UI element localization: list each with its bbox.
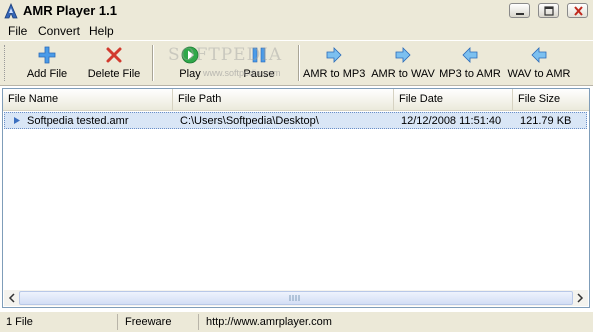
menu-file[interactable]: File: [8, 24, 27, 38]
column-header-file-size[interactable]: File Size: [513, 89, 589, 110]
amr-to-mp3-label: AMR to MP3: [303, 68, 366, 80]
cell-file-path: C:\Users\Softpedia\Desktop\: [180, 115, 319, 127]
close-button[interactable]: [567, 3, 588, 18]
amr-to-wav-label: AMR to WAV: [371, 68, 435, 80]
amr-to-wav-button[interactable]: AMR to WAV: [370, 43, 436, 83]
delete-file-label: Delete File: [87, 68, 141, 80]
column-header-file-name[interactable]: File Name: [3, 89, 173, 110]
cell-file-date: 12/12/2008 11:51:40: [401, 115, 502, 127]
status-bar: 1 File Freeware http://www.amrplayer.com: [0, 311, 593, 332]
maximize-icon: [544, 6, 554, 16]
arrow-left-icon: [531, 47, 547, 63]
list-header: File Name File Path File Date File Size: [3, 89, 589, 111]
add-file-button[interactable]: Add File: [21, 43, 73, 83]
toolbar-separator: [298, 45, 300, 81]
menu-convert[interactable]: Convert: [38, 24, 80, 38]
toolbar: Add File Delete File Play Pause AMR to M…: [0, 40, 593, 86]
cell-file-size: 121.79 KB: [520, 115, 572, 127]
chevron-left-icon: [8, 293, 15, 303]
minimize-icon: [516, 13, 524, 15]
delete-file-button[interactable]: Delete File: [84, 43, 144, 83]
horizontal-scrollbar[interactable]: [4, 290, 588, 306]
arrow-left-icon: [462, 47, 478, 63]
cell-file-name: Softpedia tested.amr: [27, 115, 129, 127]
table-row[interactable]: Softpedia tested.amr C:\Users\Softpedia\…: [4, 112, 587, 129]
column-header-file-path[interactable]: File Path: [173, 89, 394, 110]
play-icon: [181, 46, 199, 64]
status-file-count: 1 File: [2, 314, 118, 330]
play-button[interactable]: Play: [174, 43, 206, 83]
window-title: AMR Player 1.1: [23, 3, 117, 18]
menu-bar: File Convert Help: [0, 22, 593, 40]
file-list[interactable]: File Name File Path File Date File Size …: [2, 88, 590, 308]
minimize-button[interactable]: [509, 3, 530, 18]
pause-label: Pause: [243, 68, 275, 80]
menu-help[interactable]: Help: [89, 24, 114, 38]
pause-icon: [252, 47, 266, 63]
mp3-to-amr-button[interactable]: MP3 to AMR: [439, 43, 501, 83]
chevron-right-icon: [577, 293, 584, 303]
toolbar-grip[interactable]: [4, 45, 8, 81]
grip-icon: [289, 295, 300, 301]
pause-button[interactable]: Pause: [240, 43, 278, 83]
play-indicator-icon: [14, 117, 20, 124]
title-bar[interactable]: AMR Player 1.1: [0, 0, 593, 23]
x-icon: [106, 47, 122, 63]
status-license: Freeware: [121, 314, 199, 330]
play-label: Play: [179, 68, 201, 80]
status-url[interactable]: http://www.amrplayer.com: [202, 314, 590, 330]
toolbar-separator: [152, 45, 154, 81]
app-icon: [4, 2, 18, 19]
add-file-label: Add File: [26, 68, 68, 80]
arrow-right-icon: [326, 47, 342, 63]
wav-to-amr-button[interactable]: WAV to AMR: [506, 43, 572, 83]
scroll-thumb[interactable]: [19, 291, 573, 305]
wav-to-amr-label: WAV to AMR: [507, 68, 571, 80]
scroll-left-button[interactable]: [4, 290, 20, 306]
scroll-right-button[interactable]: [572, 290, 588, 306]
plus-icon: [38, 46, 56, 64]
maximize-button[interactable]: [538, 3, 559, 18]
arrow-right-icon: [395, 47, 411, 63]
close-icon: [574, 6, 583, 16]
column-header-file-date[interactable]: File Date: [394, 89, 513, 110]
mp3-to-amr-label: MP3 to AMR: [439, 68, 501, 80]
amr-to-mp3-button[interactable]: AMR to MP3: [303, 43, 365, 83]
